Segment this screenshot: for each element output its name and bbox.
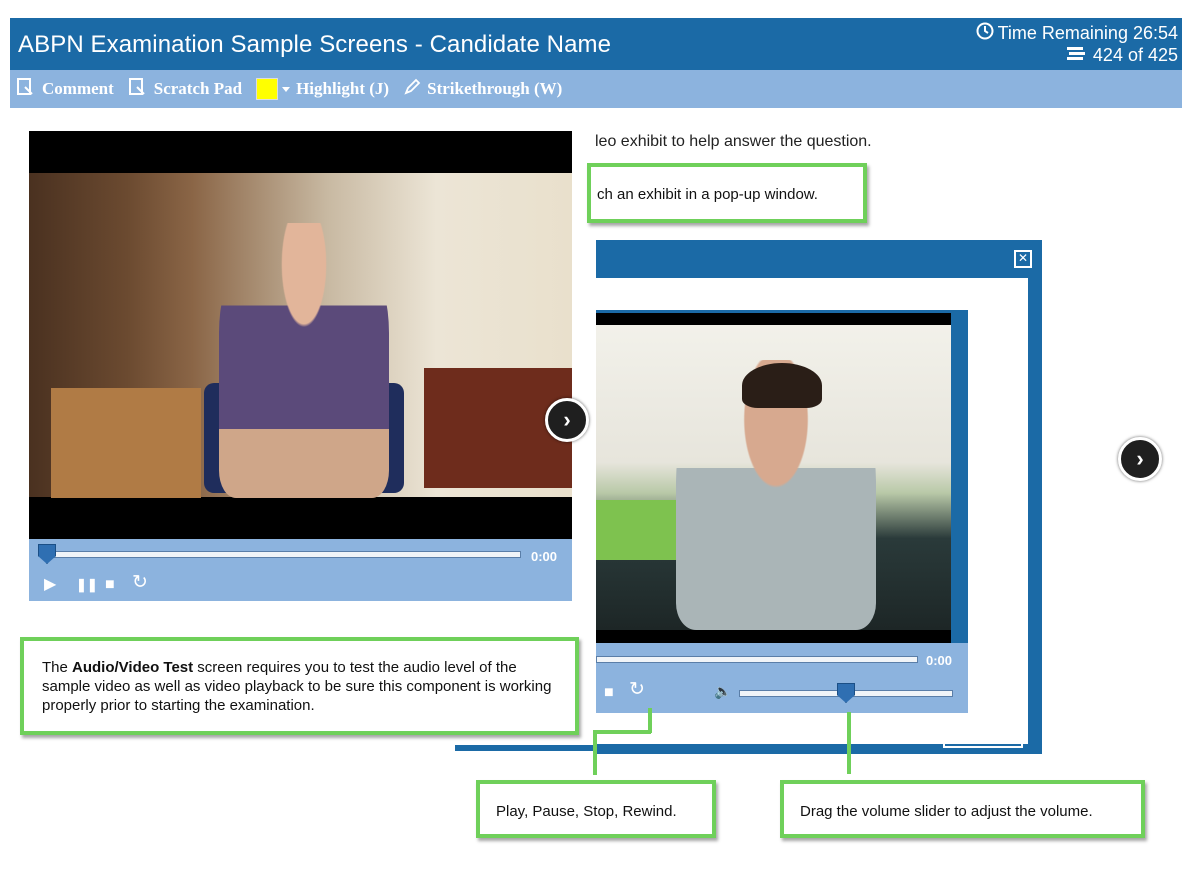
popup-seek-slider[interactable] (596, 656, 918, 663)
pause-icon[interactable]: ❚❚ (76, 577, 98, 593)
exhibit-popup-window: ✕ 0:00 ■ ↻ 🔈 ✕ Close (596, 240, 1042, 754)
time-remaining-label: Time Remaining 26:54 (997, 23, 1178, 43)
pencil-icon (403, 78, 421, 101)
strikethrough-button[interactable]: Strikethrough (W) (403, 78, 562, 101)
highlight-color-swatch[interactable] (256, 78, 279, 100)
scratch-pad-button[interactable]: Scratch Pad (128, 77, 242, 102)
comment-button[interactable]: Comment (16, 77, 114, 102)
video-frame-man (596, 325, 951, 630)
stack-icon (1065, 45, 1087, 66)
highlight-label: Highlight (J) (296, 79, 390, 98)
exam-title-bar: ABPN Examination Sample Screens - Candid… (10, 18, 1182, 70)
callout-controls: Play, Pause, Stop, Rewind. (476, 780, 716, 838)
seek-slider[interactable] (41, 551, 521, 558)
video-screen[interactable] (29, 131, 572, 539)
page-title: ABPN Examination Sample Screens - Candid… (18, 31, 612, 58)
question-progress-label: 424 of 425 (1092, 45, 1178, 65)
question-instruction: leo exhibit to help answer the question. (595, 133, 872, 150)
popup-video-screen[interactable] (596, 313, 951, 643)
clock-icon (976, 22, 994, 45)
next-arrow-icon[interactable]: › (545, 398, 589, 442)
callout-bold-term: Audio/Video Test (72, 659, 194, 676)
callout-launch-exhibit: ch an exhibit in a pop-up window. (587, 163, 867, 223)
toolbar: Comment Scratch Pad Highlight (J) Strike… (10, 70, 1182, 108)
video-frame-woman (29, 173, 572, 498)
strikethrough-label: Strikethrough (W) (427, 79, 563, 98)
volume-thumb[interactable] (837, 683, 855, 703)
stop-icon[interactable]: ■ (105, 577, 115, 593)
chevron-down-icon[interactable] (282, 86, 291, 92)
close-icon[interactable]: ✕ (1014, 250, 1032, 268)
close-button[interactable]: ✕ Close (943, 722, 1023, 748)
question-progress: 424 of 425 (1065, 45, 1178, 66)
close-icon: ✕ (949, 726, 964, 744)
popup-video-controls: 0:00 ■ ↻ 🔈 (596, 643, 968, 713)
comment-label: Comment (42, 79, 114, 98)
callout-launch-text: ch an exhibit in a pop-up window. (597, 186, 818, 203)
close-button-label: Close (969, 723, 1021, 746)
rewind-icon[interactable]: ↻ (132, 573, 148, 592)
rewind-icon[interactable]: ↻ (629, 680, 645, 699)
volume-icon: 🔈 (714, 683, 732, 699)
popup-video-time: 0:00 (926, 653, 953, 668)
highlight-button[interactable]: Highlight (J) (256, 78, 389, 100)
video-controls: 0:00 ▶ ❚❚ ■ ↻ (29, 539, 572, 601)
comment-icon (16, 77, 36, 102)
scratch-pad-icon (128, 77, 148, 102)
next-arrow-icon[interactable]: › (1118, 437, 1162, 481)
seek-thumb[interactable] (38, 544, 56, 564)
stop-icon[interactable]: ■ (604, 685, 614, 701)
time-remaining: Time Remaining 26:54 (976, 22, 1178, 45)
callout-volume: Drag the volume slider to adjust the vol… (780, 780, 1145, 838)
play-icon[interactable]: ▶ (44, 577, 56, 593)
woman-figure (219, 223, 389, 498)
video-player-left: 0:00 ▶ ❚❚ ■ ↻ (29, 131, 572, 601)
callout-audio-video-test: The Audio/Video Test screen requires you… (20, 637, 579, 735)
video-player-popup: 0:00 ■ ↻ 🔈 (596, 310, 968, 713)
video-time: 0:00 (531, 549, 558, 564)
scratch-pad-label: Scratch Pad (153, 79, 243, 98)
